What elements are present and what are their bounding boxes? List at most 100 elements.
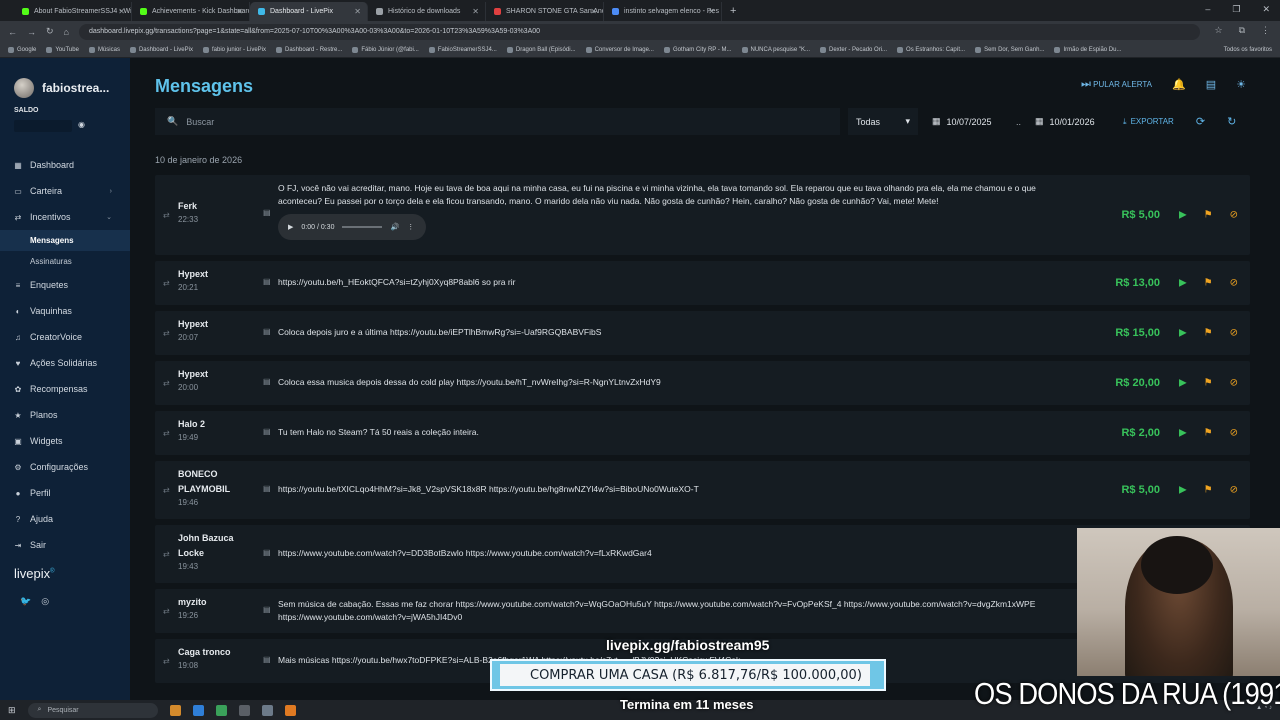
bell-icon[interactable]: 🔔	[1172, 78, 1186, 91]
block-icon[interactable]: ⊘	[1230, 485, 1238, 496]
replay-icon[interactable]: ▶	[1179, 278, 1187, 289]
close-tab-icon[interactable]: ✕	[236, 7, 243, 16]
replay-icon[interactable]: ▶	[1179, 485, 1187, 496]
replay-icon[interactable]: ▶	[1179, 210, 1187, 221]
browser-tab[interactable]: Histórico de downloads ✕	[368, 2, 486, 21]
flag-icon[interactable]: ⚑	[1204, 485, 1213, 496]
eye-icon[interactable]: ◉	[78, 120, 85, 129]
close-tab-icon[interactable]: ✕	[590, 7, 597, 16]
close-tab-icon[interactable]: ✕	[708, 7, 715, 16]
home-icon[interactable]: ⌂	[64, 27, 69, 37]
browser-tab[interactable]: instinto selvagem elenco - Pes ✕	[604, 2, 722, 21]
bookmark-item[interactable]: Músicas	[88, 46, 120, 53]
replay-icon[interactable]: ▶	[1179, 428, 1187, 439]
instagram-icon[interactable]: ◎	[41, 596, 49, 607]
close-tab-icon[interactable]: ✕	[354, 7, 361, 16]
sidebar-item-recompensas[interactable]: ✿ Recompensas	[0, 376, 130, 402]
sidebar-item-ajuda[interactable]: ? Ajuda	[0, 506, 130, 532]
sidebar-item-sair[interactable]: ⇥ Sair	[0, 532, 130, 558]
browser-tab[interactable]: About FabioStreamerSSJ4 - Wi ✕	[14, 2, 132, 21]
flag-icon[interactable]: ⚑	[1204, 428, 1213, 439]
close-window-icon[interactable]: ✕	[1262, 4, 1270, 15]
sidebar-item-enquetes[interactable]: ≡ Enquetes	[0, 272, 130, 298]
block-icon[interactable]: ⊘	[1230, 378, 1238, 389]
flag-icon[interactable]: ⚑	[1204, 378, 1213, 389]
sidebar-item-a-es-solid-rias[interactable]: ♥ Ações Solidárias	[0, 350, 130, 376]
new-tab-button[interactable]: +	[722, 2, 744, 21]
bookmark-star-icon[interactable]: ☆	[1214, 25, 1222, 36]
bookmark-item[interactable]: fabio junior - LivePix	[202, 46, 266, 53]
date-from-field[interactable]: ▦ 10/07/2025	[926, 108, 1008, 135]
sidebar-item-vaquinhas[interactable]: ◐ Vaquinhas	[0, 298, 130, 324]
settings-app-icon[interactable]	[238, 704, 250, 716]
windows-start-icon[interactable]: ⊞	[8, 705, 16, 716]
profile[interactable]: fabiostrea...	[14, 78, 137, 98]
bookmark-item[interactable]: Os Estranhos: Capít...	[897, 46, 965, 53]
export-button[interactable]: ⤓ EXPORTAR	[1123, 117, 1174, 127]
volume-icon[interactable]: 🔊	[390, 223, 399, 231]
taskbar-search[interactable]: ⌕ Pesquisar	[27, 702, 158, 718]
block-icon[interactable]: ⊘	[1230, 428, 1238, 439]
status-select[interactable]: Todas ▾	[848, 108, 918, 135]
browser-tab[interactable]: SHARON STONE GTA San Andre ✕	[486, 2, 604, 21]
bookmark-item[interactable]: Irmão de Espião Du...	[1054, 46, 1121, 53]
sidebar-item-incentivos[interactable]: ⇄ Incentivos ⌄	[0, 204, 130, 230]
folder-icon[interactable]	[169, 704, 181, 716]
sidebar-item-creatorvoice[interactable]: ♫ CreatorVoice	[0, 324, 130, 350]
back-icon[interactable]: ←	[8, 27, 17, 37]
edge-icon[interactable]	[192, 704, 204, 716]
minimize-icon[interactable]: –	[1205, 4, 1210, 15]
bookmark-item[interactable]: Dexter - Pecado Ori...	[820, 46, 887, 53]
close-tab-icon[interactable]: ✕	[118, 7, 125, 16]
theme-sun-icon[interactable]: ☀	[1236, 78, 1246, 91]
twitter-icon[interactable]: 🐦	[20, 596, 31, 607]
extensions-icon[interactable]: ⧉	[1239, 25, 1245, 36]
bookmark-item[interactable]: Dashboard - Restre...	[276, 46, 342, 53]
sidebar-item-perfil[interactable]: ● Perfil	[0, 480, 130, 506]
layout-icon[interactable]: ▤	[1206, 78, 1216, 91]
sidebar-subitem-mensagens[interactable]: Mensagens	[0, 230, 130, 251]
bookmark-item[interactable]: Sem Dor, Sem Ganh...	[975, 46, 1044, 53]
browser-tab[interactable]: Achievements - Kick Dashboard ✕	[132, 2, 250, 21]
sync-icon[interactable]: ⟳	[1196, 115, 1205, 128]
bookmark-item[interactable]: Dashboard - LivePix	[129, 46, 193, 53]
audio-player[interactable]: ▶ 0:00 / 0:30 🔊 ⋮	[278, 214, 426, 240]
chrome-icon[interactable]	[215, 704, 227, 716]
bookmark-item[interactable]: Dragon Ball (Episódi...	[506, 46, 576, 53]
block-icon[interactable]: ⊘	[1230, 210, 1238, 221]
app-icon[interactable]	[261, 704, 273, 716]
sidebar-item-widgets[interactable]: ▣ Widgets	[0, 428, 130, 454]
block-icon[interactable]: ⊘	[1230, 278, 1238, 289]
flag-icon[interactable]: ⚑	[1204, 278, 1213, 289]
forward-icon[interactable]: →	[27, 27, 36, 37]
sidebar-item-carteira[interactable]: ▭ Carteira ›	[0, 178, 130, 204]
menu-icon[interactable]: ⋮	[1261, 25, 1270, 36]
bookmark-item[interactable]: Fábio Júnior (@fabi...	[352, 46, 419, 53]
sidebar-item-configura-es[interactable]: ⚙ Configurações	[0, 454, 130, 480]
vlc-icon[interactable]	[284, 704, 296, 716]
block-icon[interactable]: ⊘	[1230, 328, 1238, 339]
flag-icon[interactable]: ⚑	[1204, 328, 1213, 339]
play-audio-icon[interactable]: ▶	[288, 223, 293, 231]
bookmark-item[interactable]: FabioStreamerSSJ4...	[428, 46, 497, 53]
all-bookmarks-link[interactable]: Todos os favoritos	[1224, 47, 1272, 53]
replay-icon[interactable]: ▶	[1179, 378, 1187, 389]
bookmark-item[interactable]: Conversor de Image...	[585, 46, 654, 53]
date-to-field[interactable]: ▦ 10/01/2026	[1029, 108, 1111, 135]
browser-tab[interactable]: Dashboard - LivePix ✕	[250, 2, 368, 21]
sidebar-item-dashboard[interactable]: ▦ Dashboard	[0, 152, 130, 178]
refresh-icon[interactable]: ↻	[1227, 115, 1236, 128]
sidebar-item-planos[interactable]: ★ Planos	[0, 402, 130, 428]
maximize-icon[interactable]: ❐	[1232, 4, 1240, 15]
search-input[interactable]: 🔍 Buscar	[155, 108, 840, 135]
close-tab-icon[interactable]: ✕	[472, 7, 479, 16]
audio-progress[interactable]	[342, 226, 383, 228]
replay-icon[interactable]: ▶	[1179, 328, 1187, 339]
url-field[interactable]: dashboard.livepix.gg/transactions?page=1…	[78, 23, 1200, 40]
flag-icon[interactable]: ⚑	[1204, 210, 1213, 221]
bookmark-item[interactable]: NUNCA pesquise "K...	[741, 46, 810, 53]
pular-alerta-button[interactable]: ⏭ PULAR ALERTA	[1081, 78, 1152, 91]
reload-icon[interactable]: ↻	[46, 26, 54, 37]
sidebar-subitem-assinaturas[interactable]: Assinaturas	[0, 251, 130, 272]
bookmark-item[interactable]: Google	[8, 46, 36, 53]
